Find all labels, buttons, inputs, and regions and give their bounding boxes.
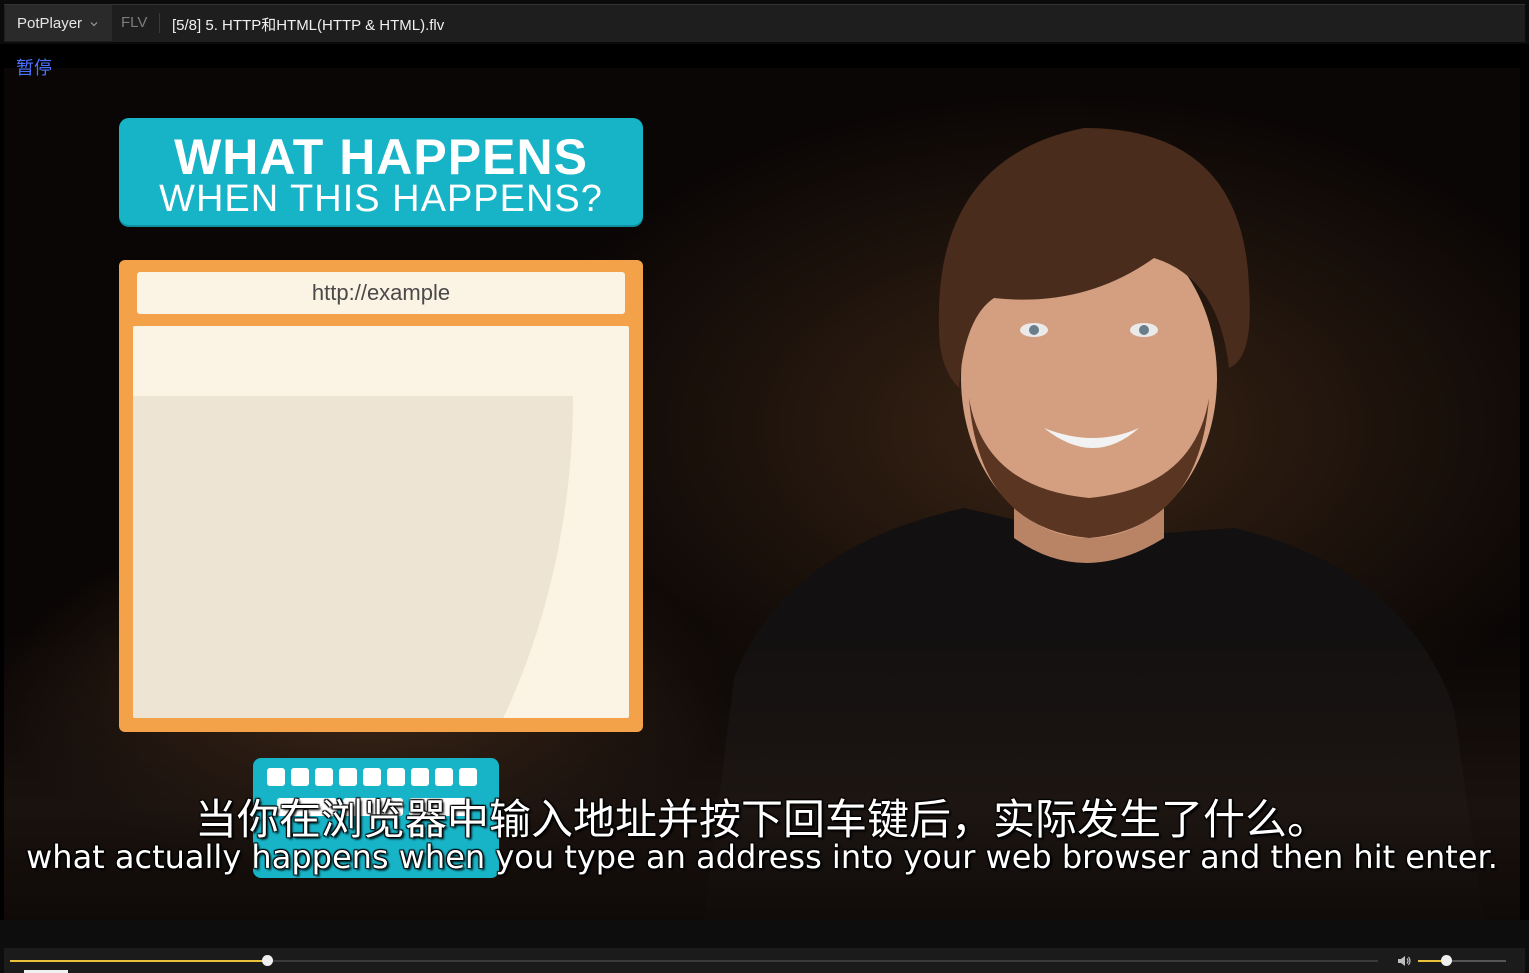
format-label: FLV — [121, 14, 148, 31]
graphic-url-bar: http://example — [137, 272, 625, 314]
keyboard-key — [411, 768, 429, 786]
keyboard-key — [387, 768, 405, 786]
app-name: PotPlayer — [17, 14, 83, 32]
seek-bar-fill — [10, 960, 268, 962]
video-frame: WHAT HAPPENS WHEN THIS HAPPENS? http://e… — [4, 68, 1520, 920]
title-bar: PotPlayer FLV [5/8] 5. HTTP和HTML(HTTP & … — [0, 0, 1529, 44]
app-menu-button[interactable]: PotPlayer — [5, 5, 112, 41]
graphic-browser-window: http://example — [119, 260, 643, 732]
keyboard-row-1 — [267, 768, 477, 786]
graphic-header-card: WHAT HAPPENS WHEN THIS HAPPENS? — [119, 118, 643, 225]
file-title: [5/8] 5. HTTP和HTML(HTTP & HTML).flv — [172, 17, 445, 34]
osd-status-text: 暂停 — [16, 58, 52, 79]
graphic-page-pane — [133, 326, 629, 718]
graphic-url-text: http://example — [311, 280, 451, 305]
chevron-down-icon — [90, 22, 98, 27]
graphic-page-shadow — [133, 396, 573, 718]
seek-bar[interactable] — [10, 955, 1378, 966]
keyboard-key — [339, 768, 357, 786]
keyboard-key — [315, 768, 333, 786]
subtitle-english: what actually happens when you type an a… — [26, 838, 1498, 876]
keyboard-key — [267, 768, 285, 786]
volume-slider[interactable] — [1418, 955, 1506, 966]
keyboard-key — [435, 768, 453, 786]
keyboard-key — [363, 768, 381, 786]
video-area[interactable]: 暂停 WHAT HAPPENS WHEN THIS HAPPENS? http:… — [0, 44, 1529, 920]
keyboard-key — [459, 768, 477, 786]
title-separator — [159, 13, 160, 33]
control-bar — [0, 920, 1529, 973]
graphic-header-line2: WHEN THIS HAPPENS? — [159, 178, 603, 220]
volume-icon[interactable] — [1396, 953, 1412, 969]
keyboard-key — [291, 768, 309, 786]
